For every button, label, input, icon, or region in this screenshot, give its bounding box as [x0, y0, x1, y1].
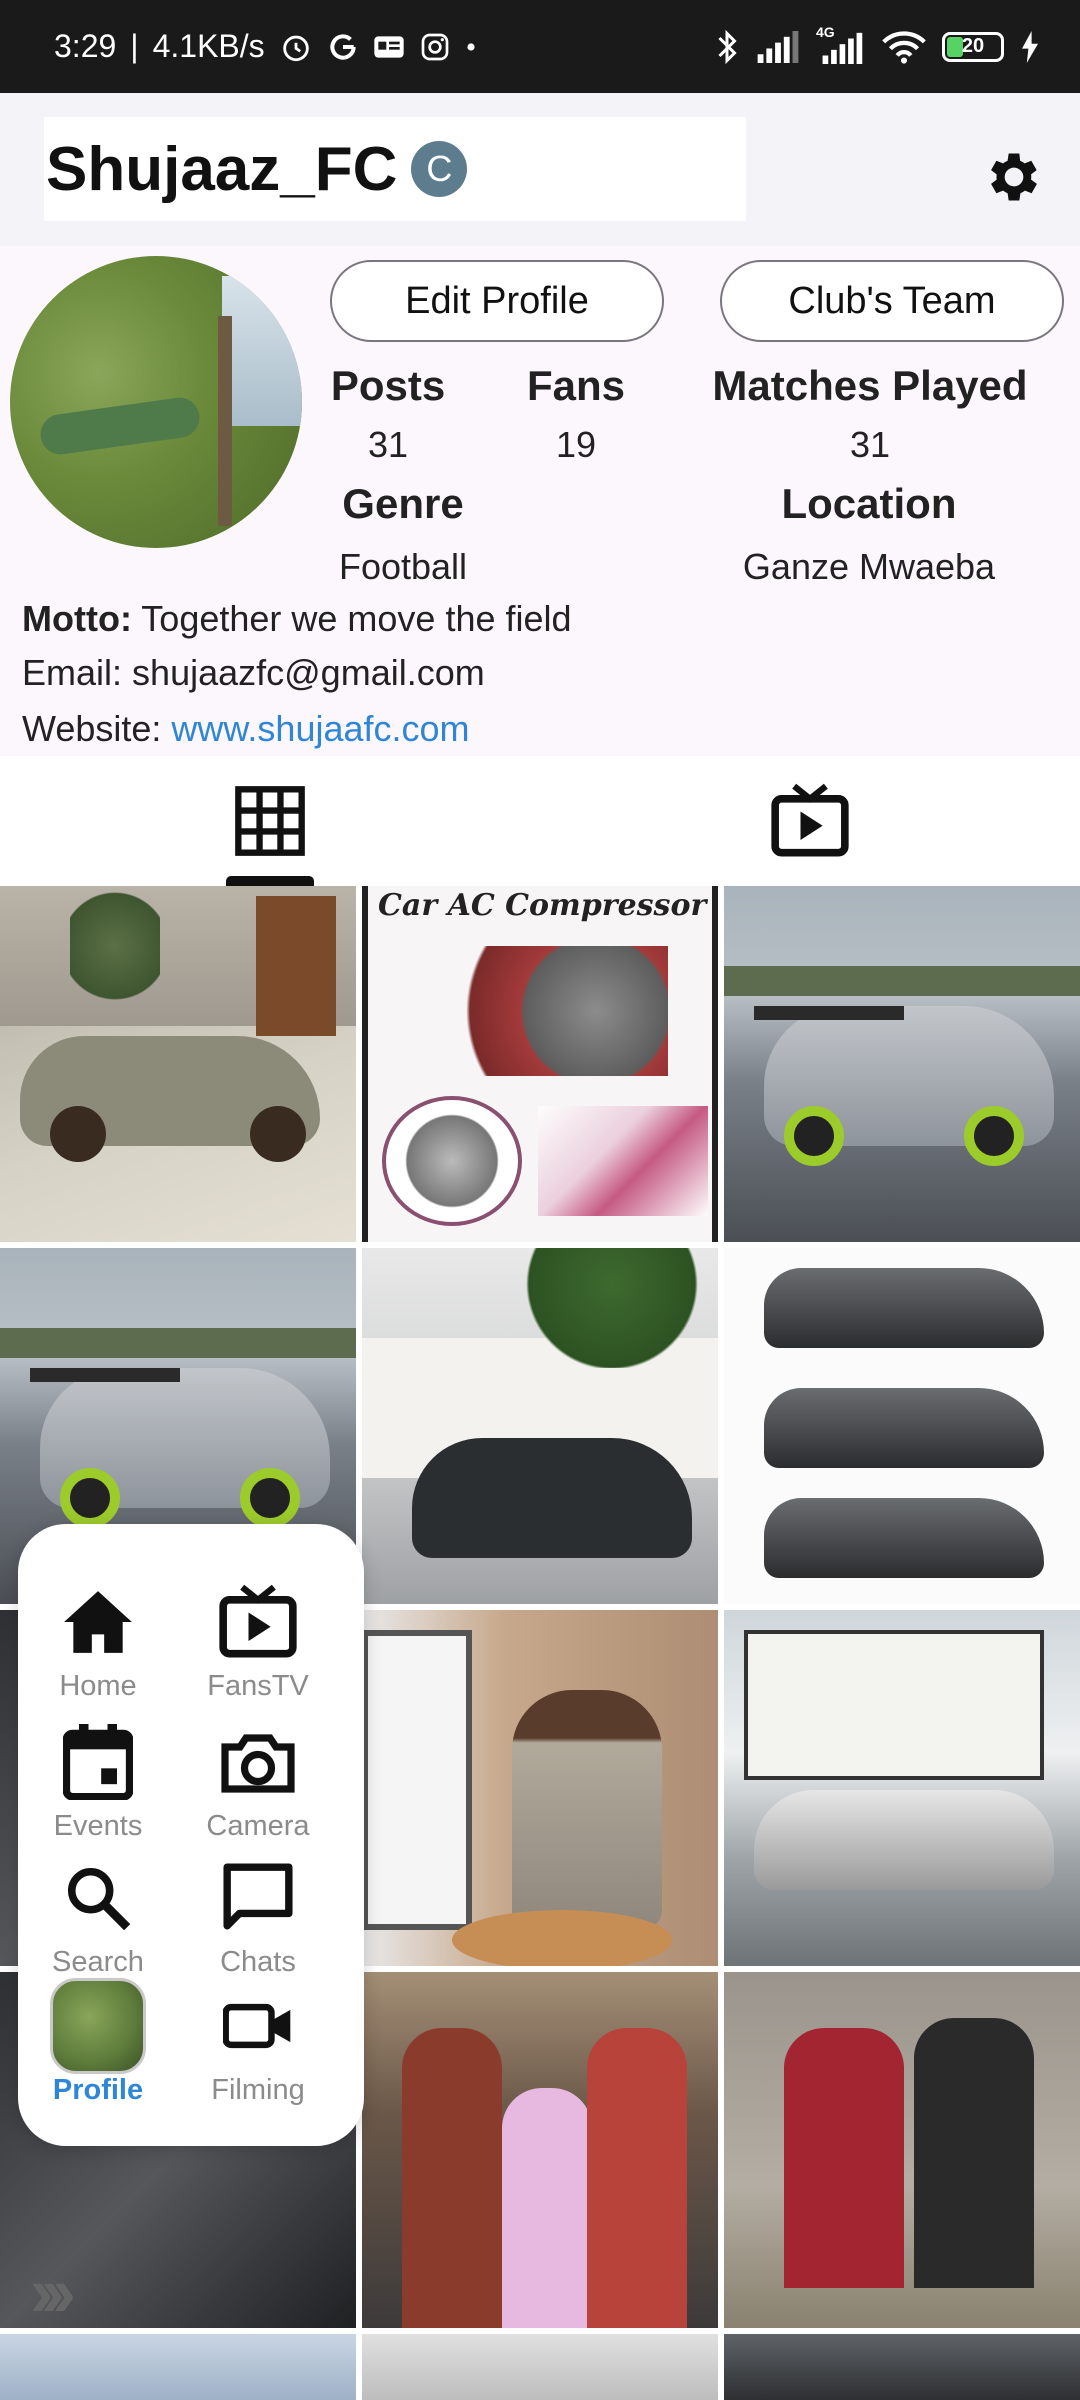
stat-value: Football	[338, 546, 468, 587]
gear-icon	[991, 153, 1037, 201]
camera-icon	[208, 1712, 308, 1812]
id-card-icon	[373, 33, 405, 61]
stat-genre: Genre Football	[330, 480, 476, 588]
nav-profile[interactable]: Profile	[18, 1976, 178, 2107]
nav-label: Events	[53, 1810, 143, 1842]
stat-location: Location Ganze Mwaeba	[724, 480, 1014, 588]
grid-post[interactable]	[362, 1248, 718, 1604]
app-header: Shujaaz_FC C	[0, 93, 1080, 246]
nav-label: Camera	[206, 1810, 310, 1842]
website-label: Website:	[22, 708, 162, 749]
charging-icon	[1020, 30, 1040, 63]
stat-label: Matches Played	[712, 362, 1028, 409]
stat-label: Genre	[342, 480, 464, 527]
profile-avatar[interactable]	[10, 256, 302, 548]
stat-value: 31	[367, 424, 409, 465]
nav-events[interactable]: Events	[18, 1712, 178, 1843]
chat-icon	[208, 1848, 308, 1948]
live-tv-icon	[771, 783, 849, 857]
home-icon	[48, 1572, 148, 1672]
nav-chats[interactable]: Chats	[178, 1848, 338, 1979]
stat-value: Ganze Mwaeba	[742, 546, 996, 587]
clubs-team-button[interactable]: Club's Team	[720, 260, 1064, 342]
stat-label: Fans	[526, 362, 626, 409]
nav-label: FansTV	[207, 1670, 309, 1702]
wifi-icon	[882, 30, 926, 64]
videocam-icon	[208, 1976, 308, 2076]
nav-label: Home	[59, 1670, 137, 1702]
network-type: 4G	[816, 23, 835, 40]
stat-label: Location	[781, 480, 957, 527]
grid-post[interactable]	[724, 1610, 1080, 1966]
grid-post[interactable]	[362, 1610, 718, 1966]
status-speed: 4.1KB/s	[152, 28, 265, 64]
alarm-icon	[279, 30, 313, 64]
tab-videos[interactable]	[540, 756, 1080, 886]
tab-posts-grid[interactable]	[0, 756, 540, 886]
calendar-icon	[48, 1712, 148, 1812]
stat-posts[interactable]: Posts 31	[330, 362, 446, 466]
stat-fans[interactable]: Fans 19	[520, 362, 632, 466]
stat-value: 19	[555, 424, 597, 465]
nav-label: Filming	[211, 2074, 305, 2106]
nav-camera[interactable]: Camera	[178, 1712, 338, 1843]
bluetooth-icon	[714, 29, 740, 65]
username: Shujaaz_FC	[46, 134, 398, 204]
nav-home[interactable]: Home	[18, 1572, 178, 1703]
email-label: Email:	[22, 652, 123, 693]
email-line: Email: shujaazfc@gmail.com	[22, 652, 485, 694]
content-tabs	[0, 756, 1080, 886]
grid-icon	[235, 786, 305, 856]
stat-matches-played[interactable]: Matches Played 31	[702, 362, 1038, 466]
grid-post[interactable]	[724, 2334, 1080, 2400]
website-link[interactable]: www.shujaafc.com	[171, 708, 469, 749]
grid-post[interactable]	[362, 2334, 718, 2400]
profile-title: Shujaaz_FC C	[44, 117, 746, 221]
nav-filming[interactable]: Filming	[178, 1976, 338, 2107]
active-tab-indicator	[226, 876, 314, 886]
stat-value: 31	[849, 424, 891, 465]
grid-post[interactable]: Car AC Compressor	[362, 886, 718, 1242]
signal-4g-icon: 4G	[816, 24, 866, 64]
tv-icon	[208, 1572, 308, 1672]
nav-label: Chats	[220, 1946, 296, 1978]
navigation-menu: Home FansTV Events Camera Search Chats P…	[18, 1524, 364, 2146]
nav-search[interactable]: Search	[18, 1848, 178, 1979]
profile-section: Edit Profile Club's Team Posts 31 Fans 1…	[0, 246, 1080, 756]
chevrons-icon: ›››	[30, 2253, 76, 2328]
motto-label: Motto:	[22, 598, 132, 639]
grid-post[interactable]	[724, 886, 1080, 1242]
signal-icon	[756, 30, 800, 63]
status-time: 3:29	[54, 28, 117, 64]
nav-fanstv[interactable]: FansTV	[178, 1572, 338, 1703]
grid-post[interactable]	[0, 886, 356, 1242]
edit-profile-button[interactable]: Edit Profile	[330, 260, 664, 342]
stat-label: Posts	[330, 362, 446, 409]
motto-text: Together we move the field	[141, 598, 572, 639]
grid-post[interactable]	[724, 1972, 1080, 2328]
email-text[interactable]: shujaazfc@gmail.com	[132, 652, 485, 693]
settings-button[interactable]	[982, 145, 1046, 209]
search-icon	[48, 1848, 148, 1948]
motto-line: Motto: Together we move the field	[22, 598, 572, 640]
avatar	[50, 1978, 146, 2074]
grid-post[interactable]	[362, 1972, 718, 2328]
post-caption: Car AC Compressor	[378, 888, 707, 923]
dot-icon	[465, 41, 477, 53]
grid-post[interactable]	[0, 2334, 356, 2400]
status-bar: 3:29 | 4.1KB/s 4G 20	[0, 0, 1080, 93]
instagram-icon	[419, 31, 451, 63]
website-line: Website: www.shujaafc.com	[22, 708, 470, 750]
nav-label: Search	[52, 1946, 144, 1978]
club-badge: C	[411, 141, 468, 197]
google-icon	[327, 31, 359, 63]
nav-label: Profile	[52, 2074, 144, 2106]
grid-post[interactable]	[724, 1248, 1080, 1604]
battery-indicator: 20	[942, 31, 1004, 62]
